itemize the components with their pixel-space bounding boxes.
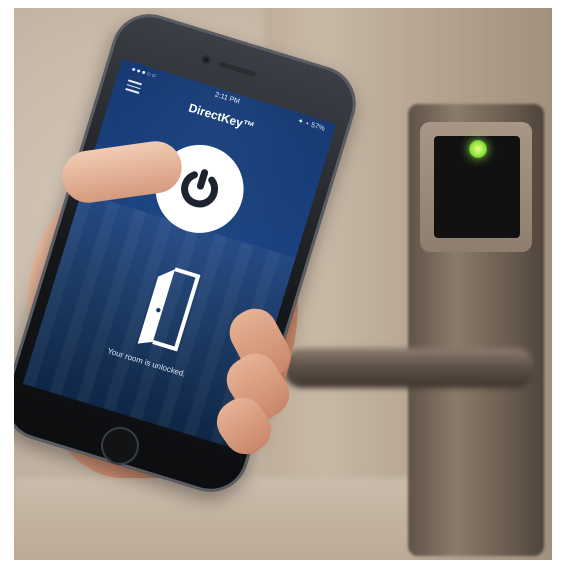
status-right: ✦ ⋆ 57% [296,117,326,133]
earpiece [218,61,257,78]
green-led-indicator [469,140,487,158]
door-handle [284,348,534,388]
background-photo: ●●●○○ 2:11 PM ✦ ⋆ 57% DirectKey™ Your ro… [14,8,552,560]
front-camera [200,54,212,66]
